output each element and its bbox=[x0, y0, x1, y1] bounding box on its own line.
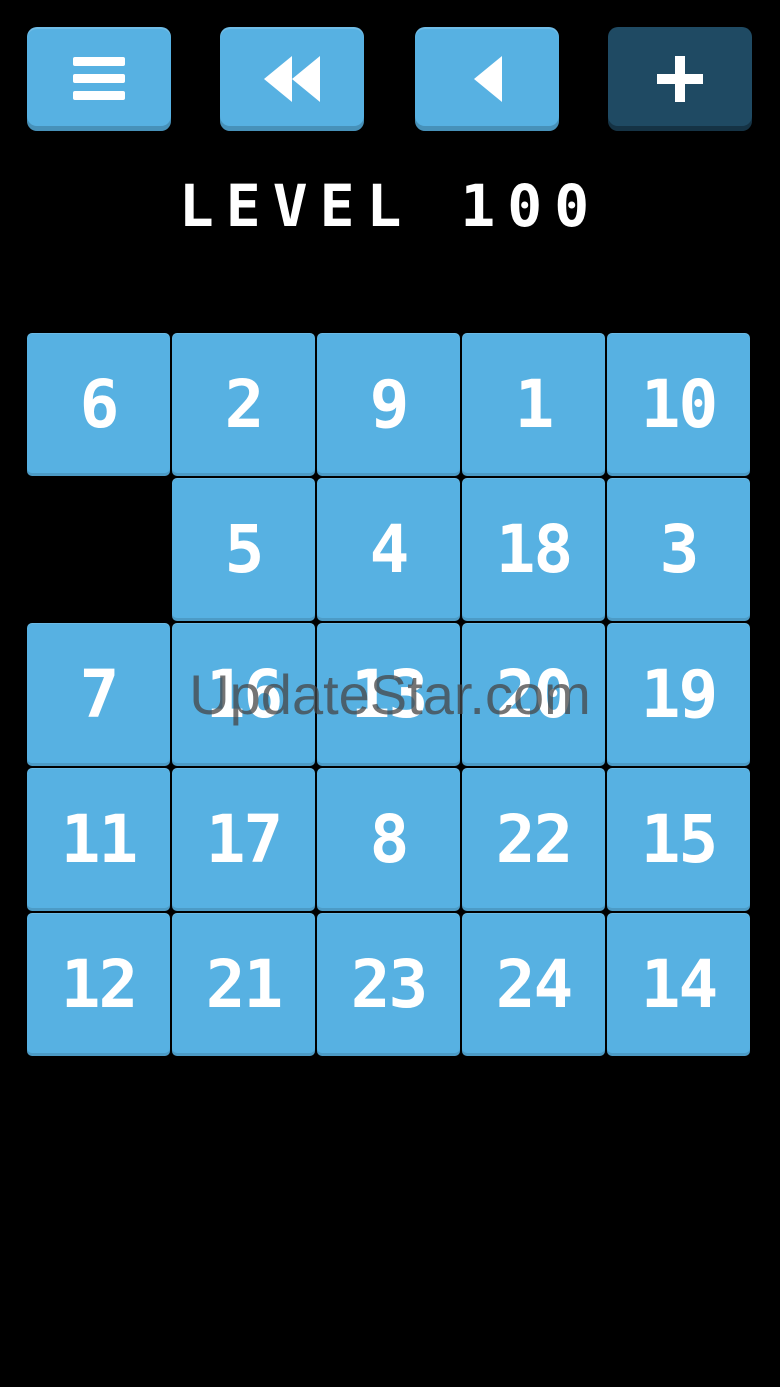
tile-19[interactable]: 19 bbox=[607, 623, 750, 766]
tile-20[interactable]: 20 bbox=[462, 623, 605, 766]
tile-18[interactable]: 18 bbox=[462, 478, 605, 621]
tile-4[interactable]: 4 bbox=[317, 478, 460, 621]
tile-8[interactable]: 8 bbox=[317, 768, 460, 911]
back-button[interactable] bbox=[415, 27, 559, 131]
tile-12[interactable]: 12 bbox=[27, 913, 170, 1056]
tile-15[interactable]: 15 bbox=[607, 768, 750, 911]
menu-button[interactable] bbox=[27, 27, 171, 131]
rewind-button[interactable] bbox=[220, 27, 364, 131]
menu-icon bbox=[71, 55, 127, 103]
tile-21[interactable]: 21 bbox=[172, 913, 315, 1056]
tile-2[interactable]: 2 bbox=[172, 333, 315, 476]
rewind-icon bbox=[262, 54, 322, 104]
tile-17[interactable]: 17 bbox=[172, 768, 315, 911]
back-icon bbox=[470, 54, 504, 104]
tile-9[interactable]: 9 bbox=[317, 333, 460, 476]
plus-icon bbox=[655, 54, 705, 104]
tile-24[interactable]: 24 bbox=[462, 913, 605, 1056]
tile-7[interactable]: 7 bbox=[27, 623, 170, 766]
tile-16[interactable]: 16 bbox=[172, 623, 315, 766]
puzzle-board: 6 2 9 1 10 5 4 18 3 7 16 13 20 19 11 17 8 22 15 12 21 23 24 14 bbox=[27, 333, 754, 1058]
tile-3[interactable]: 3 bbox=[607, 478, 750, 621]
level-title: LEVEL 100 bbox=[178, 172, 602, 240]
tile-1[interactable]: 1 bbox=[462, 333, 605, 476]
tile-14[interactable]: 14 bbox=[607, 913, 750, 1056]
tile-5[interactable]: 5 bbox=[172, 478, 315, 621]
tile-13[interactable]: 13 bbox=[317, 623, 460, 766]
tile-6[interactable]: 6 bbox=[27, 333, 170, 476]
tile-10[interactable]: 10 bbox=[607, 333, 750, 476]
tile-11[interactable]: 11 bbox=[27, 768, 170, 911]
tile-23[interactable]: 23 bbox=[317, 913, 460, 1056]
tile-22[interactable]: 22 bbox=[462, 768, 605, 911]
add-button[interactable] bbox=[608, 27, 752, 131]
